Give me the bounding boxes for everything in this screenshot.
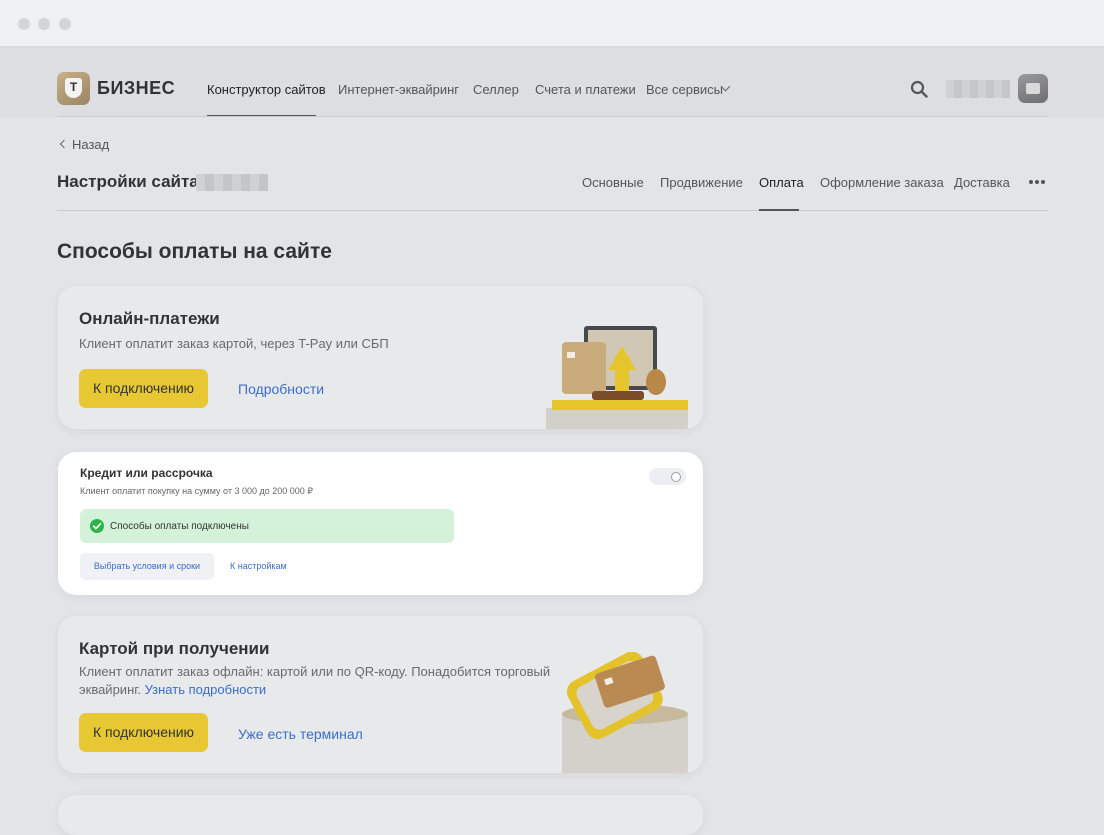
- tab-general[interactable]: Основные: [582, 175, 644, 190]
- online-payments-card: Онлайн-платежи Клиент оплатит заказ карт…: [58, 286, 703, 429]
- avatar[interactable]: [1018, 74, 1048, 103]
- tab-checkout[interactable]: Оформление заказа: [820, 175, 944, 190]
- more-icon[interactable]: [1029, 180, 1047, 184]
- card-description: Клиент оплатит заказ офлайн: картой или …: [79, 663, 550, 699]
- nav-item-accounts[interactable]: Счета и платежи: [535, 82, 636, 97]
- card-description: Клиент оплатит заказ картой, через T-Pay…: [79, 336, 389, 351]
- user-name-blurred[interactable]: [946, 80, 1010, 98]
- window-close-dot[interactable]: [18, 18, 30, 30]
- site-name-blurred: [196, 174, 268, 191]
- description-line-2: эквайринг.: [79, 682, 142, 697]
- check-circle-icon: [90, 519, 104, 533]
- logo-letter: Т: [69, 80, 78, 94]
- tab-payment[interactable]: Оплата: [759, 175, 804, 190]
- section-title: Способы оплаты на сайте: [57, 240, 332, 263]
- window-minimize-dot[interactable]: [38, 18, 50, 30]
- connect-online-button[interactable]: К подключению: [79, 369, 209, 408]
- brand-logo-icon[interactable]: Т: [57, 72, 90, 105]
- tabs-divider: [57, 210, 1048, 211]
- tab-active-indicator: [759, 209, 799, 211]
- online-payment-illustration: [546, 326, 688, 429]
- status-badge: Способы оплаты подключены: [80, 509, 454, 543]
- browser-toolbar: [0, 0, 1104, 47]
- card-on-delivery-card: Картой при получении Клиент оплатит зака…: [58, 616, 703, 773]
- brand-name[interactable]: БИЗНЕС: [97, 78, 175, 99]
- toggle-knob: [671, 472, 681, 482]
- next-payment-card: [58, 795, 703, 835]
- credit-card: Кредит или рассрочка Клиент оплатит поку…: [58, 452, 703, 595]
- choose-terms-button[interactable]: Выбрать условия и сроки: [80, 553, 214, 580]
- search-icon[interactable]: [910, 80, 928, 98]
- status-text: Способы оплаты подключены: [110, 521, 249, 532]
- window-maximize-dot[interactable]: [59, 18, 71, 30]
- card-title: Онлайн-платежи: [79, 309, 220, 328]
- card-title: Картой при получении: [79, 639, 270, 658]
- nav-item-all-services[interactable]: Все сервисы: [646, 82, 723, 97]
- header-divider: [57, 116, 1048, 117]
- credit-title: Кредит или рассрочка: [80, 466, 213, 480]
- credit-toggle[interactable]: [649, 468, 686, 485]
- nav-item-seller[interactable]: Селлер: [473, 82, 519, 97]
- details-link[interactable]: Подробности: [238, 381, 324, 397]
- settings-link[interactable]: К настройкам: [230, 561, 287, 571]
- terminal-link[interactable]: Уже есть терминал: [238, 726, 363, 742]
- credit-description: Клиент оплатит покупку на сумму от 3 000…: [80, 486, 313, 496]
- back-link[interactable]: Назад: [72, 137, 109, 152]
- nav-item-site-builder[interactable]: Конструктор сайтов: [207, 82, 326, 97]
- lock-icon: [1026, 83, 1040, 94]
- page-title: Настройки сайта: [57, 172, 199, 191]
- shield-icon: Т: [65, 78, 82, 98]
- learn-more-link[interactable]: Узнать подробности: [145, 682, 267, 697]
- description-line-1: Клиент оплатит заказ офлайн: картой или …: [79, 664, 551, 679]
- tab-delivery[interactable]: Доставка: [954, 175, 1010, 190]
- tab-promotion[interactable]: Продвижение: [660, 175, 743, 190]
- connect-card-button[interactable]: К подключению: [79, 713, 209, 752]
- terminal-illustration: [562, 652, 688, 773]
- nav-item-acquiring[interactable]: Интернет-эквайринг: [338, 82, 459, 97]
- chevron-left-icon[interactable]: [59, 139, 69, 149]
